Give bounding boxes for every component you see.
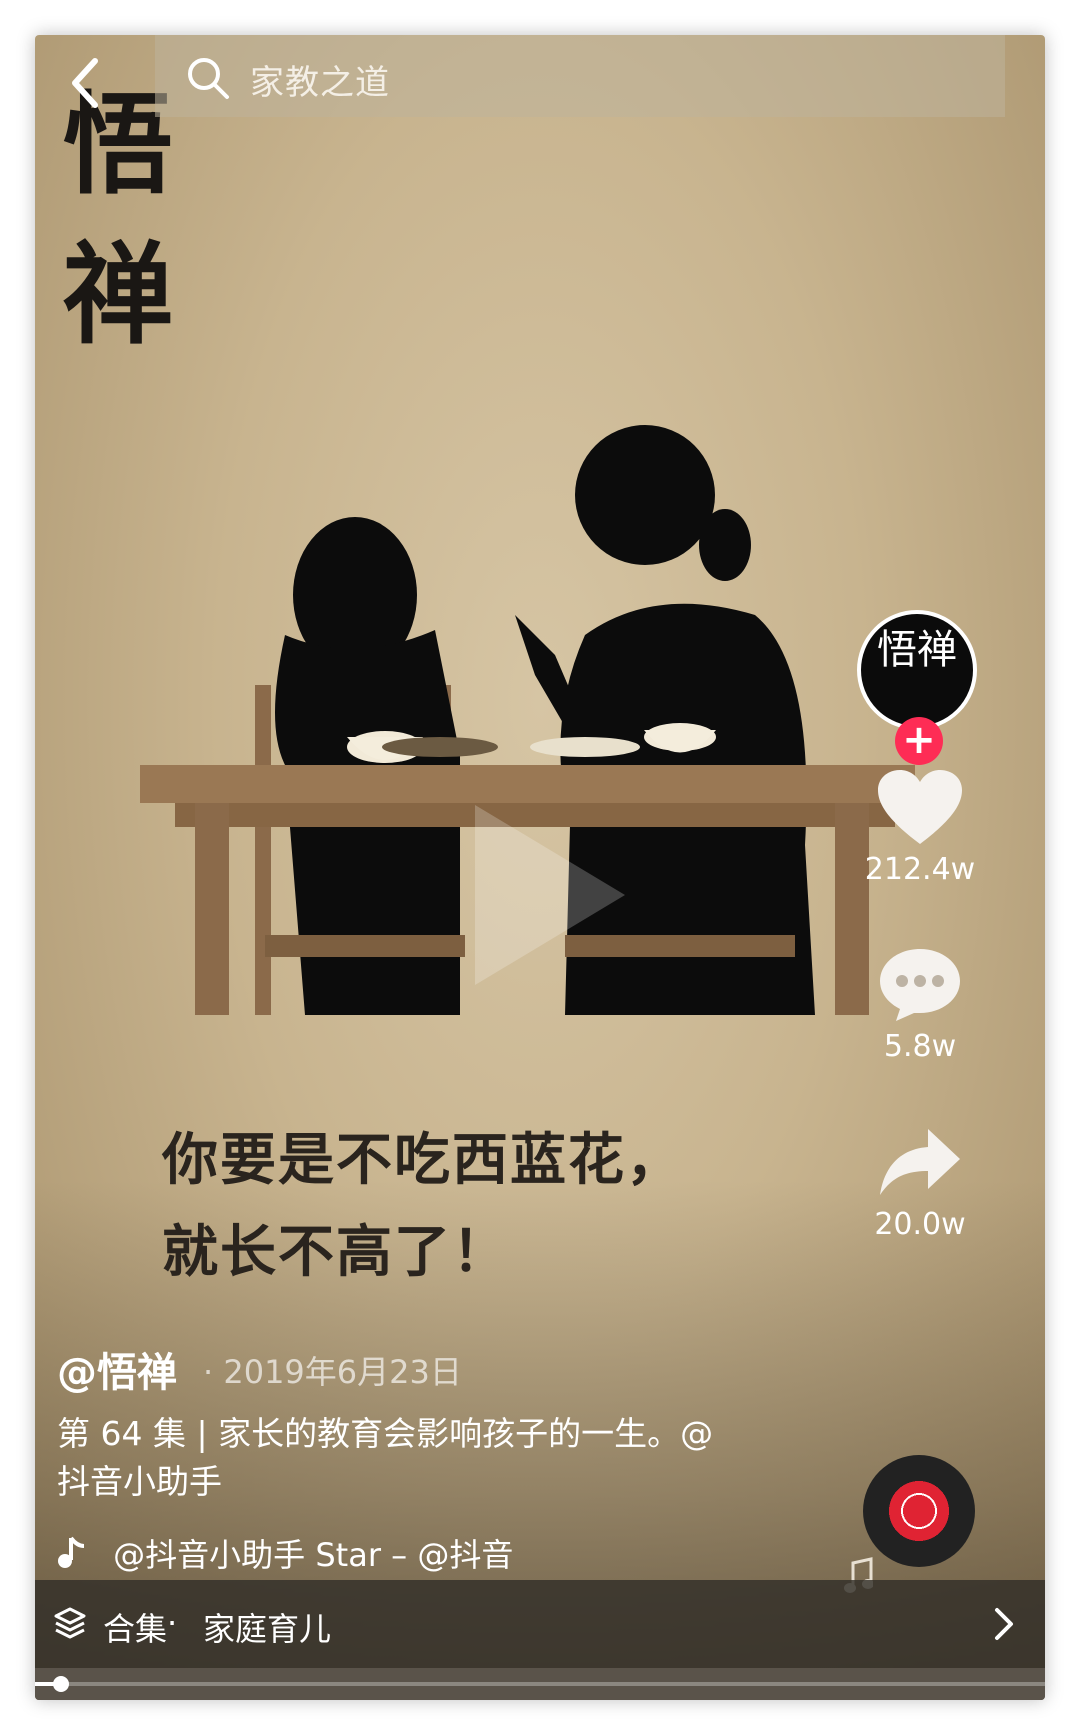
comment-count: 5.8w: [883, 1029, 957, 1064]
avatar-text: 悟禅: [877, 627, 957, 673]
video-progress-bar[interactable]: [35, 1668, 1045, 1700]
collection-icon: [54, 1607, 86, 1639]
video-frame[interactable]: 悟禅 你要是不吃西蓝花， 就长不高了！ 家教之道 悟禅 + 212.4w 5.8…: [35, 35, 1045, 1700]
music-disc-icon[interactable]: [863, 1455, 975, 1567]
like-button[interactable]: 212.4w: [855, 770, 985, 887]
subtitle-line-2: 就长不高了！: [162, 1220, 510, 1285]
chevron-right-icon[interactable]: [993, 1606, 1015, 1642]
collection-label: 合集: [103, 1610, 168, 1648]
search-icon[interactable]: [185, 55, 231, 101]
music-note-icon: [58, 1536, 85, 1568]
share-count: 20.0w: [874, 1207, 966, 1242]
collection-name: 家庭育儿: [203, 1610, 332, 1648]
collection-separator: ·: [167, 1604, 178, 1642]
comment-icon: [880, 949, 960, 1021]
music-title: @抖音小助手 Star – @抖音: [113, 1536, 514, 1574]
back-icon[interactable]: [65, 53, 105, 113]
collection-bar[interactable]: 合集 · 家庭育儿: [35, 1580, 1045, 1668]
follow-button[interactable]: +: [895, 717, 943, 765]
author-avatar[interactable]: 悟禅: [857, 610, 977, 730]
subtitle-line-1: 你要是不吃西蓝花，: [162, 1128, 684, 1193]
play-icon[interactable]: [475, 805, 625, 985]
post-date: · 2019年6月23日: [203, 1353, 462, 1391]
heart-icon: [878, 770, 962, 844]
share-icon: [880, 1129, 960, 1195]
progress-knob[interactable]: [53, 1676, 70, 1692]
music-row[interactable]: @抖音小助手 Star – @抖音: [57, 1530, 527, 1576]
search-query[interactable]: 家教之道: [250, 55, 390, 104]
post-description: 第 64 集 | 家长的教育会影响孩子的一生。@抖音小助手: [57, 1414, 714, 1501]
share-button[interactable]: 20.0w: [855, 1125, 985, 1242]
author-name[interactable]: @悟禅: [57, 1340, 177, 1398]
like-count: 212.4w: [864, 852, 976, 887]
video-subtitle: 你要是不吃西蓝花， 就长不高了！: [162, 1115, 684, 1299]
progress-track-line: [35, 1682, 1045, 1686]
progress-fill: [35, 1682, 56, 1686]
comment-button[interactable]: 5.8w: [855, 947, 985, 1064]
